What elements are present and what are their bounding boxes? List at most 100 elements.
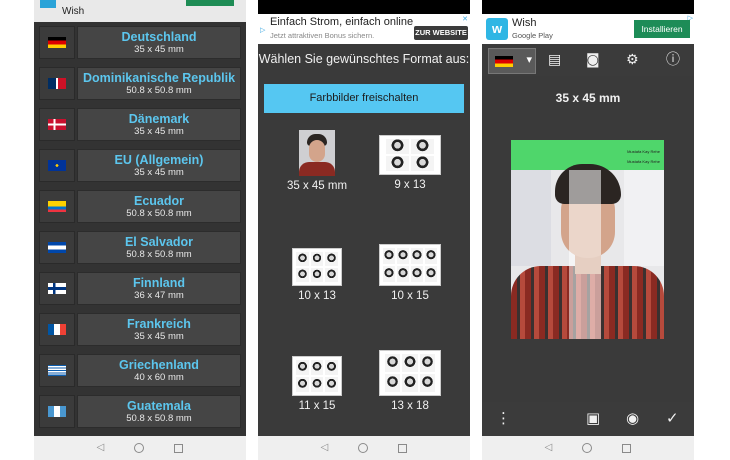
photo-tag: Mustafa Kay Rehe — [627, 159, 660, 164]
editor-toolbar: ▾ ▤ ◙ ⚙ ⓘ — [482, 44, 694, 76]
check-icon[interactable]: ✓ — [666, 410, 679, 426]
country-photo-size: 40 x 60 mm — [134, 372, 184, 383]
country-row[interactable]: El Salvador 50.8 x 50.8 mm — [39, 231, 241, 264]
country-name: Guatemala — [127, 399, 191, 413]
gallery-icon[interactable]: ▣ — [586, 410, 600, 426]
format-option-35x45[interactable]: 35 x 45 mm — [272, 130, 362, 193]
country-row[interactable]: Deutschland 35 x 45 mm — [39, 26, 241, 59]
recents-icon[interactable] — [398, 443, 408, 453]
passport-photo-preview[interactable]: Mustafa Kay Rehe Mustafa Kay Rehe — [511, 140, 664, 339]
country-flag-dropdown[interactable]: ▾ — [488, 48, 536, 74]
country-name-cell: Guatemala 50.8 x 50.8 mm — [77, 395, 241, 428]
format-thumb — [379, 350, 441, 396]
country-photo-size: 50.8 x 50.8 mm — [126, 249, 192, 260]
do-flag-icon — [48, 78, 66, 89]
home-icon[interactable] — [358, 443, 369, 453]
gr-flag-icon — [48, 365, 66, 376]
country-name-cell: Dänemark 35 x 45 mm — [77, 108, 241, 141]
format-label: 10 x 15 — [391, 290, 429, 302]
country-name-cell: El Salvador 50.8 x 50.8 mm — [77, 231, 241, 264]
de-flag-icon — [48, 37, 66, 48]
gt-flag-icon — [48, 406, 66, 417]
back-icon[interactable]: ◁ — [321, 443, 329, 453]
sv-flag-icon — [48, 242, 66, 253]
recents-icon[interactable] — [622, 443, 632, 453]
camera-icon[interactable]: ◉ — [626, 410, 639, 426]
screenshot-stage: Wish Deutschland 35 x 45 mm Dominikanische… — [0, 0, 730, 460]
install-button[interactable]: Installieren — [634, 20, 690, 38]
country-row[interactable]: Guatemala 50.8 x 50.8 mm — [39, 395, 241, 428]
format-thumb — [379, 244, 441, 286]
format-label: 35 x 45 mm — [286, 180, 348, 192]
flag-cell — [39, 108, 75, 141]
photo-tag: Mustafa Kay Rehe — [627, 149, 660, 154]
person-icon[interactable]: ◙ — [586, 52, 600, 68]
country-name-cell: Frankreich 35 x 45 mm — [77, 313, 241, 346]
country-row[interactable]: Ecuador 50.8 x 50.8 mm — [39, 190, 241, 223]
country-row[interactable]: Dominikanische Republik 50.8 x 50.8 mm — [39, 67, 241, 100]
wish-logo-icon — [40, 0, 56, 8]
country-name-cell: Deutschland 35 x 45 mm — [77, 26, 241, 59]
country-row[interactable]: Dänemark 35 x 45 mm — [39, 108, 241, 141]
ad-app-name: Wish — [512, 17, 537, 29]
fi-flag-icon — [48, 283, 66, 294]
format-option-10x13[interactable]: 10 x 13 — [272, 248, 362, 303]
gear-icon[interactable]: ⚙ — [626, 52, 639, 68]
format-option-10x15[interactable]: 10 x 15 — [365, 244, 455, 303]
country-name: El Salvador — [124, 235, 194, 249]
ad-banner[interactable]: w Wish Google Play ▷ Installieren — [482, 14, 694, 44]
status-bar — [258, 0, 470, 14]
back-icon[interactable]: ◁ — [545, 443, 553, 453]
phone-format-selection: ▷ Einfach Strom, einfach online Jetzt at… — [258, 0, 470, 460]
country-name-cell: EU (Allgemein) 35 x 45 mm — [77, 149, 241, 182]
home-icon[interactable] — [134, 443, 145, 453]
home-icon[interactable] — [582, 443, 593, 453]
format-option-11x15[interactable]: 11 x 15 — [272, 356, 362, 413]
format-option-9x13[interactable]: 9 x 13 — [365, 135, 455, 192]
country-row[interactable]: Finnland 36 x 47 mm — [39, 272, 241, 305]
recents-icon[interactable] — [174, 443, 184, 453]
back-icon[interactable]: ◁ — [97, 443, 105, 453]
country-photo-size: 35 x 45 mm — [134, 331, 184, 342]
ad-banner[interactable]: ▷ Einfach Strom, einfach online Jetzt at… — [258, 14, 470, 44]
photo-size-label: 35 x 45 mm — [555, 91, 621, 105]
ad-close-icon[interactable]: ✕ — [462, 15, 468, 23]
guide-overlay — [569, 170, 601, 339]
country-name: Frankreich — [127, 317, 191, 331]
ad-banner-peek[interactable]: Wish — [34, 0, 246, 22]
phone-photo-editor: w Wish Google Play ▷ Installieren ▾ ▤ ◙ … — [482, 0, 694, 460]
country-photo-size: 35 x 45 mm — [134, 167, 184, 178]
country-row[interactable]: Griechenland 40 x 60 mm — [39, 354, 241, 387]
country-list: Deutschland 35 x 45 mm Dominikanische Repu… — [39, 26, 241, 436]
install-button-peek[interactable] — [186, 0, 234, 6]
ad-website-button[interactable]: ZUR WEBSITE — [414, 26, 468, 40]
chat-icon[interactable]: ▤ — [548, 52, 561, 68]
country-row[interactable]: EU (Allgemein) 35 x 45 mm — [39, 149, 241, 182]
info-icon[interactable]: ⓘ — [666, 52, 680, 68]
flag-cell — [39, 354, 75, 387]
format-option-13x18[interactable]: 13 x 18 — [365, 350, 455, 413]
more-icon[interactable]: ⋮ — [496, 410, 511, 426]
country-name: Dominikanische Republik — [82, 71, 236, 85]
country-name: EU (Allgemein) — [114, 153, 204, 167]
unlock-color-button[interactable]: Farbbilder freischalten — [264, 84, 464, 113]
country-photo-size: 35 x 45 mm — [134, 126, 184, 137]
dk-flag-icon — [48, 119, 66, 130]
format-label: 9 x 13 — [394, 179, 426, 191]
country-name: Dänemark — [128, 112, 190, 126]
phone-country-list: Wish Deutschland 35 x 45 mm Dominikanische… — [34, 0, 246, 460]
country-name: Finnland — [132, 276, 186, 290]
ad-peek-text: Wish — [62, 6, 85, 17]
country-name-cell: Dominikanische Republik 50.8 x 50.8 mm — [77, 67, 241, 100]
chevron-down-icon: ▾ — [526, 53, 532, 66]
format-thumb — [292, 356, 342, 396]
flag-cell — [39, 231, 75, 264]
country-photo-size: 50.8 x 50.8 mm — [126, 85, 192, 96]
country-name: Griechenland — [119, 358, 199, 372]
country-name-cell: Ecuador 50.8 x 50.8 mm — [77, 190, 241, 223]
country-row[interactable]: Frankreich 35 x 45 mm — [39, 313, 241, 346]
germany-flag-icon — [495, 56, 513, 67]
flag-cell — [39, 190, 75, 223]
ad-info-icon[interactable]: ▷ — [260, 26, 265, 34]
flag-cell — [39, 272, 75, 305]
